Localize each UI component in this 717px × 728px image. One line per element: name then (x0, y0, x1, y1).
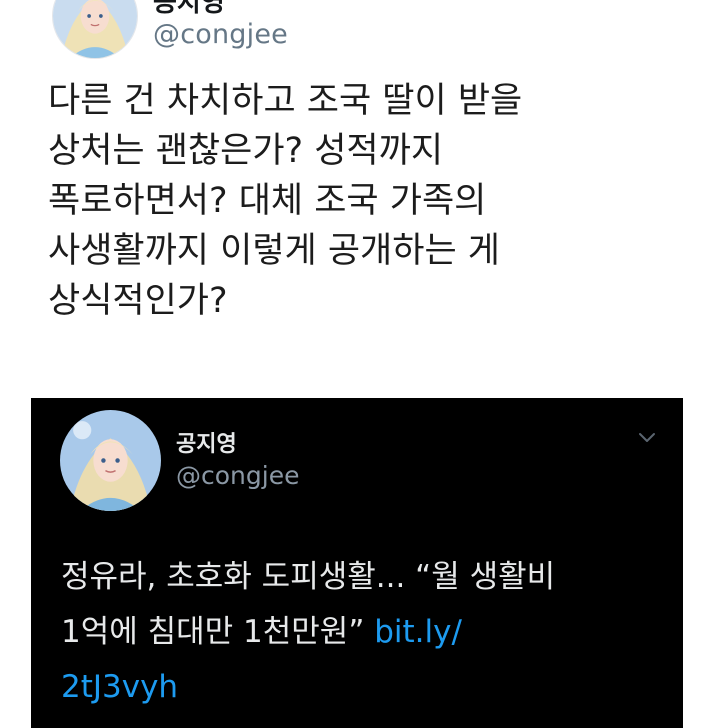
tweet-text-line: 상식적인가? (48, 281, 228, 321)
tweet-text-line: 다른 건 차치하고 조국 딸이 받을 (48, 81, 523, 121)
quoted-text-line: 1억에 침대만 1천만원” bit.ly/ (61, 605, 671, 660)
bitly-link[interactable]: bit.ly/ (374, 614, 462, 650)
avatar-image (53, 0, 137, 58)
quoted-tweet[interactable]: 공지영 @congjee 정유라, 초호화 도피생활... “월 생활비 1억에… (31, 398, 683, 728)
display-name[interactable]: 공지영 (153, 0, 225, 19)
bitly-link-continued[interactable]: 2tJ3vyh (61, 669, 178, 705)
quoted-tweet-text: 정유라, 초호화 도피생활... “월 생활비 1억에 침대만 1천만원” bi… (61, 550, 671, 715)
quoted-text-segment: 1억에 침대만 1천만원” (61, 614, 365, 650)
tweet-text-line: 사생활까지 이렇게 공개하는 게 (48, 231, 500, 271)
avatar[interactable] (52, 0, 138, 59)
quoted-avatar[interactable] (60, 410, 161, 511)
chevron-down-icon[interactable] (635, 428, 659, 446)
tweet-text: 다른 건 차치하고 조국 딸이 받을 상처는 괜찮은가? 성적까지 폭로하면서?… (48, 76, 688, 326)
quoted-text-line: 2tJ3vyh (61, 660, 671, 715)
quoted-text-line: 정유라, 초호화 도피생활... “월 생활비 (61, 559, 556, 595)
quoted-display-name[interactable]: 공지영 (176, 426, 237, 458)
quoted-user-handle[interactable]: @congjee (176, 461, 299, 490)
tweet-text-line: 폭로하면서? 대체 조국 가족의 (48, 181, 487, 221)
user-handle[interactable]: @congjee (153, 19, 288, 50)
avatar-image (60, 410, 161, 511)
tweet-text-line: 상처는 괜찮은가? 성적까지 (48, 131, 444, 171)
tweet: 공지영 @congjee 다른 건 차치하고 조국 딸이 받을 상처는 괜찮은가… (0, 0, 717, 398)
